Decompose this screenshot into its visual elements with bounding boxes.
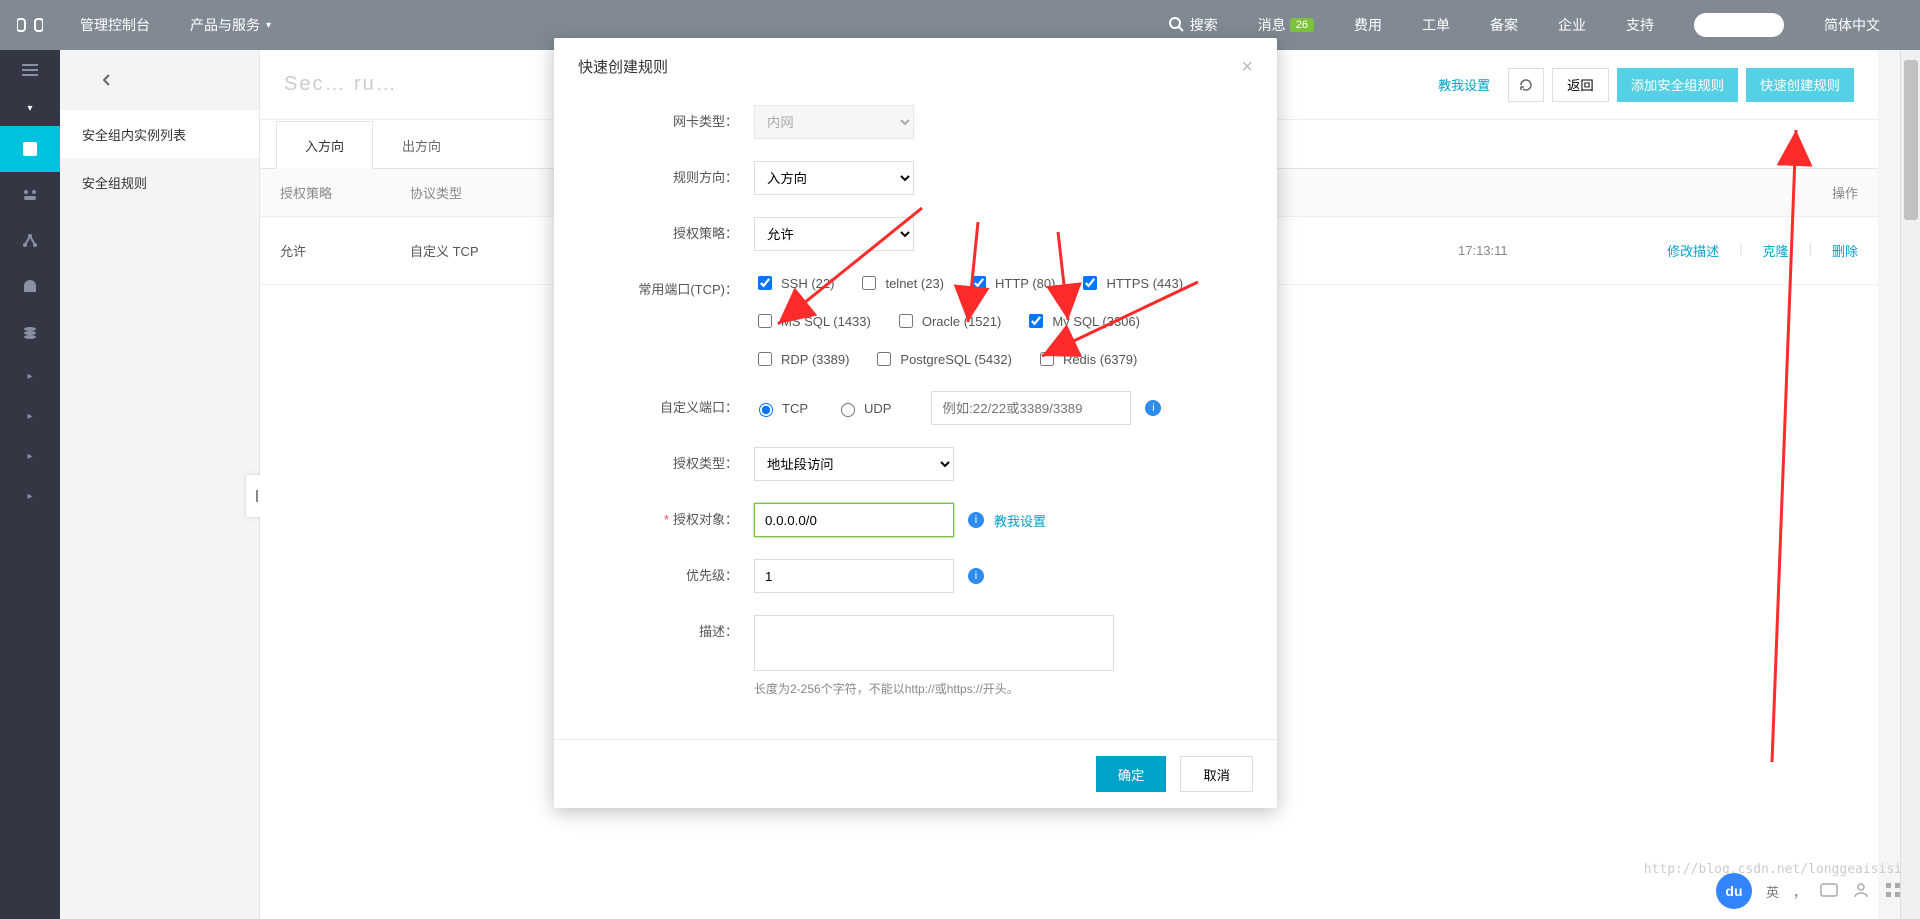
port-checkbox-8[interactable]: PostgreSQL (5432) <box>873 349 1012 369</box>
proto-udp-label: UDP <box>864 401 891 416</box>
port-label: RDP (3389) <box>781 352 849 367</box>
priority-label: 优先级： <box>584 559 754 584</box>
port-checkbox-6[interactable]: My SQL (3306) <box>1025 311 1140 331</box>
port-label: HTTPS (443) <box>1106 276 1183 291</box>
port-label: PostgreSQL (5432) <box>900 352 1012 367</box>
proto-tcp-label: TCP <box>782 401 808 416</box>
proto-tcp-radio[interactable]: TCP <box>754 400 808 417</box>
desc-label: 描述： <box>584 615 754 640</box>
custom-port-label: 自定义端口： <box>584 391 754 416</box>
ime-toolbar: du 英 ， <box>1716 873 1902 909</box>
modal-ok-button[interactable]: 确定 <box>1096 756 1167 792</box>
custom-port-input[interactable] <box>931 391 1131 425</box>
auth-obj-help-link[interactable]: 教我设置 <box>994 511 1046 530</box>
description-textarea[interactable] <box>754 615 1114 671</box>
policy-select[interactable]: 允许 <box>754 217 914 251</box>
policy-label: 授权策略： <box>584 217 754 242</box>
modal-header: 快速创建规则 × <box>554 38 1277 95</box>
port-label: SSH (22) <box>781 276 834 291</box>
info-icon-2[interactable]: i <box>968 512 984 528</box>
direction-select[interactable]: 入方向 <box>754 161 914 195</box>
proto-udp-radio[interactable]: UDP <box>836 400 891 417</box>
direction-label: 规则方向： <box>584 161 754 186</box>
ime-lang[interactable]: 英 <box>1766 882 1779 901</box>
ime-keyboard-icon[interactable] <box>1820 881 1838 902</box>
port-checkbox-0[interactable]: SSH (22) <box>754 273 834 293</box>
port-checkbox-9[interactable]: Redis (6379) <box>1036 349 1137 369</box>
ports-label: 常用端口(TCP)： <box>584 273 754 298</box>
port-label: telnet (23) <box>885 276 944 291</box>
ime-user-icon[interactable] <box>1852 881 1870 902</box>
auth-obj-input[interactable] <box>754 503 954 537</box>
port-checkbox-4[interactable]: MS SQL (1433) <box>754 311 871 331</box>
port-label: My SQL (3306) <box>1052 314 1140 329</box>
port-label: Redis (6379) <box>1063 352 1137 367</box>
modal-close-button[interactable]: × <box>1241 57 1253 77</box>
modal-footer: 确定 取消 <box>554 739 1277 808</box>
auth-type-label: 授权类型： <box>584 447 754 472</box>
ime-grid-icon[interactable] <box>1884 881 1902 902</box>
info-icon-3[interactable]: i <box>968 568 984 584</box>
auth-type-select[interactable]: 地址段访问 <box>754 447 954 481</box>
nic-label: 网卡类型： <box>584 105 754 130</box>
baidu-icon[interactable]: du <box>1716 873 1752 909</box>
info-icon[interactable]: i <box>1145 400 1161 416</box>
port-label: Oracle (1521) <box>922 314 1001 329</box>
port-label: MS SQL (1433) <box>781 314 871 329</box>
port-checkbox-3[interactable]: HTTPS (443) <box>1079 273 1183 293</box>
priority-input[interactable] <box>754 559 954 593</box>
port-label: HTTP (80) <box>995 276 1055 291</box>
port-checkbox-2[interactable]: HTTP (80) <box>968 273 1055 293</box>
port-checkbox-7[interactable]: RDP (3389) <box>754 349 849 369</box>
modal-cancel-button[interactable]: 取消 <box>1180 756 1253 792</box>
auth-obj-label: *授权对象： <box>584 503 754 528</box>
ime-punct[interactable]: ， <box>1793 882 1806 901</box>
modal-backdrop: 快速创建规则 × 网卡类型： 内网 规则方向： 入方向 授权策略： 允许 常用端… <box>0 0 1920 919</box>
nic-select: 内网 <box>754 105 914 139</box>
port-checkbox-1[interactable]: telnet (23) <box>858 273 944 293</box>
modal-title: 快速创建规则 <box>578 56 668 77</box>
quick-rule-modal: 快速创建规则 × 网卡类型： 内网 规则方向： 入方向 授权策略： 允许 常用端… <box>554 38 1277 808</box>
description-hint: 长度为2-256个字符，不能以http://或https://开头。 <box>754 680 1247 697</box>
ports-grid: SSH (22) telnet (23) HTTP (80) HTTPS (443) M… <box>754 273 1194 369</box>
port-checkbox-5[interactable]: Oracle (1521) <box>895 311 1001 331</box>
